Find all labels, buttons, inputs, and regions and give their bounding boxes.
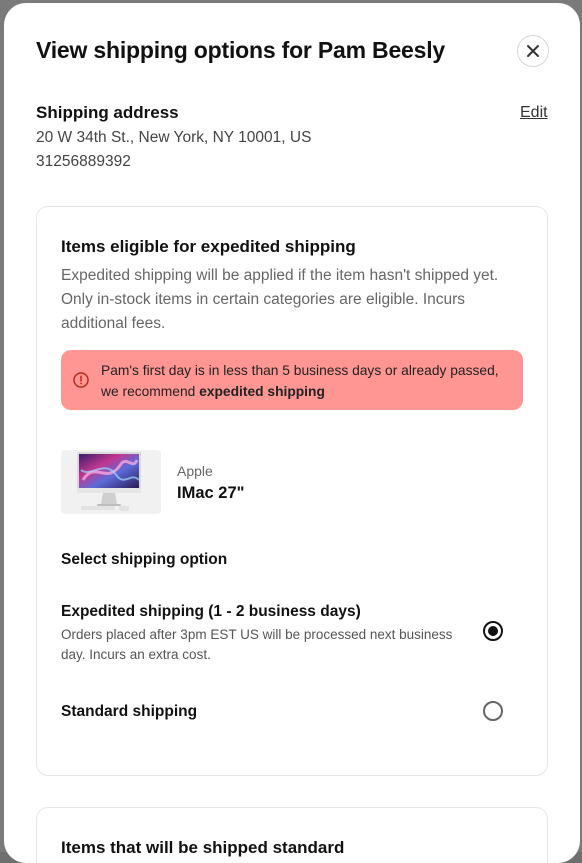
- edit-address-link[interactable]: Edit: [520, 104, 548, 122]
- phone-number: 31256889392: [36, 153, 131, 170]
- imac-image: [61, 450, 161, 514]
- modal-title: View shipping options for Pam Beesly: [36, 37, 446, 63]
- address-line: 20 W 34th St., New York, NY 10001, US: [36, 129, 312, 146]
- expedited-card-heading: Items eligible for expedited shipping: [61, 237, 356, 256]
- expedited-radio[interactable]: [483, 621, 503, 641]
- standard-items-card: Items that will be shipped standard: [36, 807, 548, 863]
- product-brand: Apple: [177, 463, 213, 479]
- option-description: Orders placed after 3pm EST US will be p…: [61, 627, 453, 662]
- close-icon: [527, 45, 539, 57]
- alert-circle-icon: [73, 372, 89, 388]
- recommendation-alert: Pam's first day is in less than 5 busine…: [61, 350, 523, 410]
- standard-card-heading: Items that will be shipped standard: [61, 838, 345, 857]
- shipping-options-modal: View shipping options for Pam Beesly Shi…: [4, 3, 580, 863]
- product-name: IMac 27": [177, 484, 245, 502]
- alert-text: Pam's first day is in less than 5 busine…: [101, 360, 511, 402]
- option-title: Expedited shipping (1 - 2 business days): [61, 603, 361, 620]
- close-button[interactable]: [517, 35, 549, 67]
- option-title: Standard shipping: [61, 703, 198, 720]
- alert-text-bold: expedited shipping: [199, 384, 325, 399]
- shipping-address-heading: Shipping address: [36, 103, 179, 122]
- expedited-card-description: Expedited shipping will be applied if th…: [61, 267, 499, 332]
- expedited-items-card: Items eligible for expedited shipping Ex…: [36, 206, 548, 776]
- standard-shipping-option[interactable]: Standard shipping: [61, 701, 523, 721]
- expedited-shipping-option[interactable]: Expedited shipping (1 - 2 business days)…: [61, 603, 523, 665]
- standard-radio[interactable]: [483, 701, 503, 721]
- select-shipping-heading: Select shipping option: [61, 551, 228, 568]
